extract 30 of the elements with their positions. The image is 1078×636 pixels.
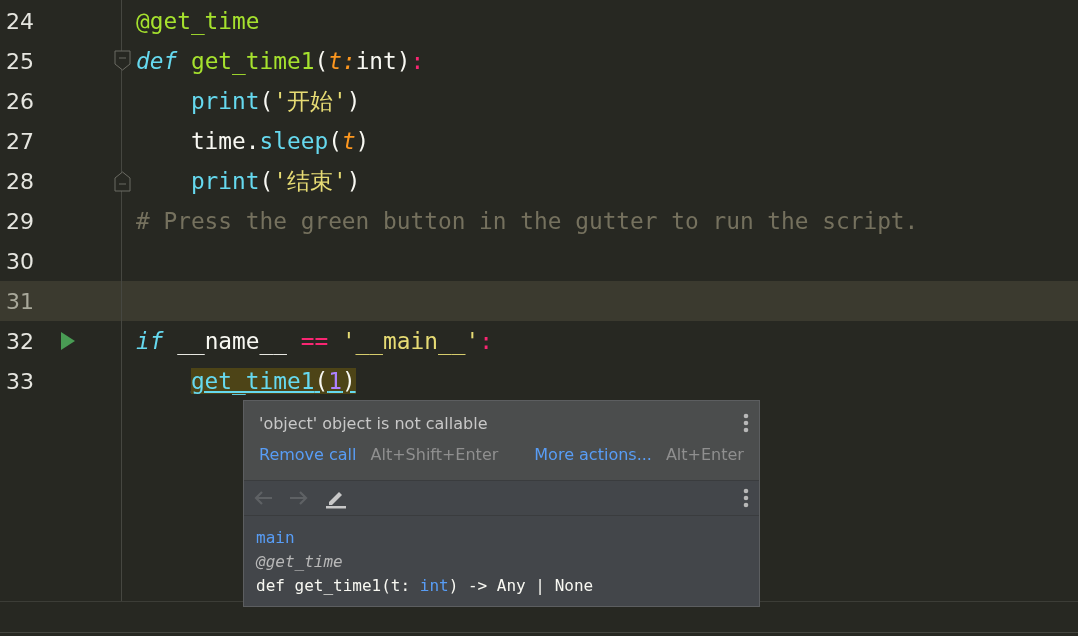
- code-line: # Press the green button in the gutter to run the script.: [135, 208, 919, 234]
- fold-marker-icon[interactable]: [114, 170, 131, 192]
- code-line: print('开始'): [189, 86, 361, 116]
- line-number: 26: [5, 88, 35, 114]
- line-number: 24: [5, 8, 35, 34]
- code-line: @get_time: [135, 8, 260, 34]
- code-line: def get_time1(t:int):: [135, 48, 425, 74]
- action-link[interactable]: Remove call: [259, 445, 357, 464]
- line-number: 33: [5, 368, 35, 394]
- line-number: 25: [5, 48, 35, 74]
- shortcut-hint: Alt+Enter: [665, 445, 744, 464]
- more-options-icon[interactable]: [743, 413, 749, 433]
- function-signature: def get_time1(t: int) -> Any | None: [256, 575, 595, 597]
- action-link[interactable]: More actions...: [534, 445, 652, 464]
- code-line: if __name__ == '__main__':: [135, 328, 493, 354]
- line-number: 30: [5, 248, 35, 274]
- shortcut-hint: Alt+Shift+Enter: [370, 445, 499, 464]
- line-number: 32: [5, 328, 35, 354]
- decorator-text: @get_time: [256, 551, 344, 573]
- more-options-icon[interactable]: [743, 488, 749, 508]
- module-name: main: [256, 527, 296, 549]
- code-line: print('结束'): [189, 166, 361, 196]
- line-number: 29: [5, 208, 35, 234]
- fold-marker-icon[interactable]: [114, 50, 131, 72]
- line-number: 31: [5, 288, 35, 314]
- code-line: time.sleep(t): [189, 128, 370, 154]
- line-number: 27: [5, 128, 35, 154]
- run-icon[interactable]: [60, 331, 76, 351]
- line-number: 28: [5, 168, 35, 194]
- error-message: 'object' object is not callable: [259, 413, 488, 433]
